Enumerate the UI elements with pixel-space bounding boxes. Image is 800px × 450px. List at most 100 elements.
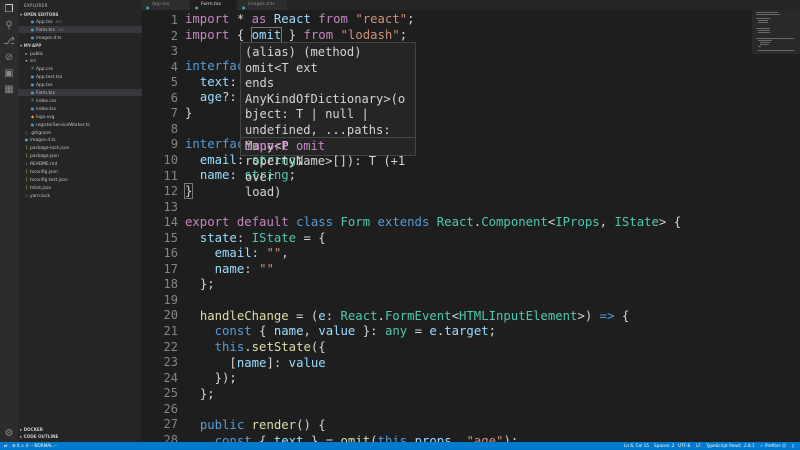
- tsx-file-icon: ●: [30, 19, 35, 24]
- code-outline-section-header[interactable]: ▸ CODE OUTLINE: [20, 434, 58, 439]
- tok: import: [185, 12, 230, 26]
- code-editor[interactable]: 1 2 3 4 5 6 7 8 9 10 11 12 13 14 15 16 17 18 19 20 21 22 23 24 2…: [142, 10, 752, 442]
- chevron-down-icon: ▾: [25, 58, 28, 63]
- open-editor-name: Form.tsx: [36, 28, 56, 33]
- tok: export: [185, 215, 230, 229]
- line-number: 11: [163, 168, 178, 183]
- search-icon[interactable]: ⚲: [3, 20, 15, 32]
- line-number: 16: [163, 246, 178, 261]
- docker-section-header[interactable]: ▸ DOCKER: [20, 427, 43, 432]
- tree-item-label: tsconfig.test.json: [30, 178, 68, 183]
- tree-item[interactable]: ● App.tsx: [18, 81, 142, 88]
- minimap[interactable]: [752, 10, 800, 442]
- project-header[interactable]: ▾ MY-APP: [20, 43, 41, 48]
- tree-item[interactable]: {package-lock.json: [18, 144, 142, 151]
- tree-item[interactable]: ● images.d.ts: [18, 136, 142, 143]
- typescript-version[interactable]: 2.8.1: [744, 442, 755, 450]
- open-editor-item[interactable]: ● images.d.ts: [18, 34, 142, 41]
- vim-mode: -- NORMAL --: [30, 443, 57, 448]
- tok: IState: [614, 215, 659, 229]
- tree-item-selected[interactable]: ● Form.tsx: [18, 89, 142, 96]
- tree-item-src[interactable]: ▾ src: [18, 57, 142, 64]
- tree-item-label: App.css: [36, 67, 53, 72]
- line-number: 17: [163, 261, 178, 276]
- hovered-token[interactable]: omit: [250, 27, 283, 43]
- tab-app-tsx[interactable]: ● App.tsx: [142, 0, 190, 10]
- gear-icon[interactable]: ⚙: [3, 428, 15, 440]
- code-line-14: export default class Form extends React.…: [185, 215, 681, 229]
- tok: setState: [251, 340, 311, 354]
- tok: const: [214, 434, 252, 442]
- tree-item[interactable]: # index.css: [18, 97, 142, 104]
- line-number: 18: [163, 277, 178, 292]
- tok: e: [429, 324, 437, 338]
- tok: [370, 215, 377, 229]
- tree-item[interactable]: {tslint.json: [18, 184, 142, 191]
- minimap-line: [760, 42, 770, 43]
- smiley-icon[interactable]: ☺: [782, 442, 786, 450]
- tok: name: [214, 262, 245, 276]
- tree-item[interactable]: ↓ README.md: [18, 160, 142, 167]
- tok: Form: [340, 215, 371, 229]
- language-mode[interactable]: TypeScript React: [706, 442, 741, 450]
- open-editor-item[interactable]: ● App.tsx src: [18, 18, 142, 25]
- tree-item-label: logo.svg: [36, 115, 55, 120]
- extensions-icon[interactable]: ▣: [3, 68, 15, 80]
- explorer-icon[interactable]: ❐: [3, 4, 15, 16]
- tree-item-label: App.tsx: [36, 83, 53, 88]
- code-line-24: });: [185, 371, 237, 385]
- tok: target: [444, 324, 489, 338]
- line-number: 20: [163, 308, 178, 323]
- minimap-line: [756, 12, 778, 13]
- tree-item[interactable]: {tsconfig.test.json: [18, 176, 142, 183]
- tok: :: [229, 168, 245, 182]
- line-endings[interactable]: LF: [696, 442, 701, 450]
- problems-icon[interactable]: ⊗ 0 ⚠ 0: [12, 442, 29, 450]
- line-number: 5: [170, 75, 178, 90]
- open-editor-item[interactable]: ● Form.tsx src: [18, 26, 142, 33]
- debug-icon[interactable]: ⊘: [3, 52, 15, 64]
- tab-images-d-ts[interactable]: ● images.d.ts: [238, 0, 288, 10]
- tree-item[interactable]: ● index.tsx: [18, 105, 142, 112]
- line-number: 1: [170, 13, 178, 27]
- formatter[interactable]: Prettier: [765, 442, 780, 450]
- code-outline-section-label: CODE OUTLINE: [23, 434, 59, 439]
- tok: :: [236, 231, 252, 245]
- tok: value: [318, 324, 356, 338]
- tab-form-tsx[interactable]: ● Form.tsx: [191, 0, 237, 10]
- ts-file-icon: ●: [30, 35, 35, 40]
- indentation[interactable]: Spaces: 2: [654, 442, 674, 450]
- source-control-icon[interactable]: ⎇: [3, 36, 15, 48]
- remote-icon[interactable]: ⇄: [4, 442, 8, 450]
- line-number: 24: [163, 370, 178, 385]
- tree-item[interactable]: ● App.test.tsx: [18, 73, 142, 80]
- tree-item[interactable]: ○ yarn.lock: [18, 192, 142, 199]
- tree-item[interactable]: ● registerServiceWorker.ts: [18, 121, 142, 128]
- encoding[interactable]: UTF-8: [678, 442, 690, 450]
- tree-item[interactable]: # App.css: [18, 65, 142, 72]
- tok: text: [273, 434, 304, 442]
- line-number: 10: [163, 152, 178, 167]
- tok: .: [244, 340, 252, 354]
- tok: ;: [407, 12, 415, 26]
- cursor-position[interactable]: Ln 6, Col 15: [624, 442, 649, 450]
- tok: const: [214, 324, 252, 338]
- open-editor-folder: src: [58, 28, 65, 33]
- tok: "": [259, 262, 274, 276]
- bell-icon[interactable]: ♫: [791, 442, 795, 450]
- minimap-line: [756, 38, 794, 39]
- docker-icon[interactable]: ▦: [3, 84, 15, 96]
- tok: IState: [251, 231, 297, 245]
- tree-item-public[interactable]: ▸ public: [18, 50, 142, 57]
- line-number: 26: [163, 401, 178, 416]
- open-editors-header[interactable]: ▾ OPEN EDITORS: [20, 12, 59, 17]
- tree-item[interactable]: {package.json: [18, 152, 142, 159]
- tok: React: [266, 12, 319, 26]
- code-line-12: }: [183, 183, 194, 199]
- line-number: 21: [163, 324, 178, 338]
- line-number: 19: [163, 292, 178, 307]
- tok: ;: [399, 28, 408, 42]
- tree-item[interactable]: ○ .gitignore: [18, 129, 142, 136]
- tree-item[interactable]: {tsconfig.json: [18, 168, 142, 175]
- tree-item[interactable]: ◆ logo.svg: [18, 113, 142, 120]
